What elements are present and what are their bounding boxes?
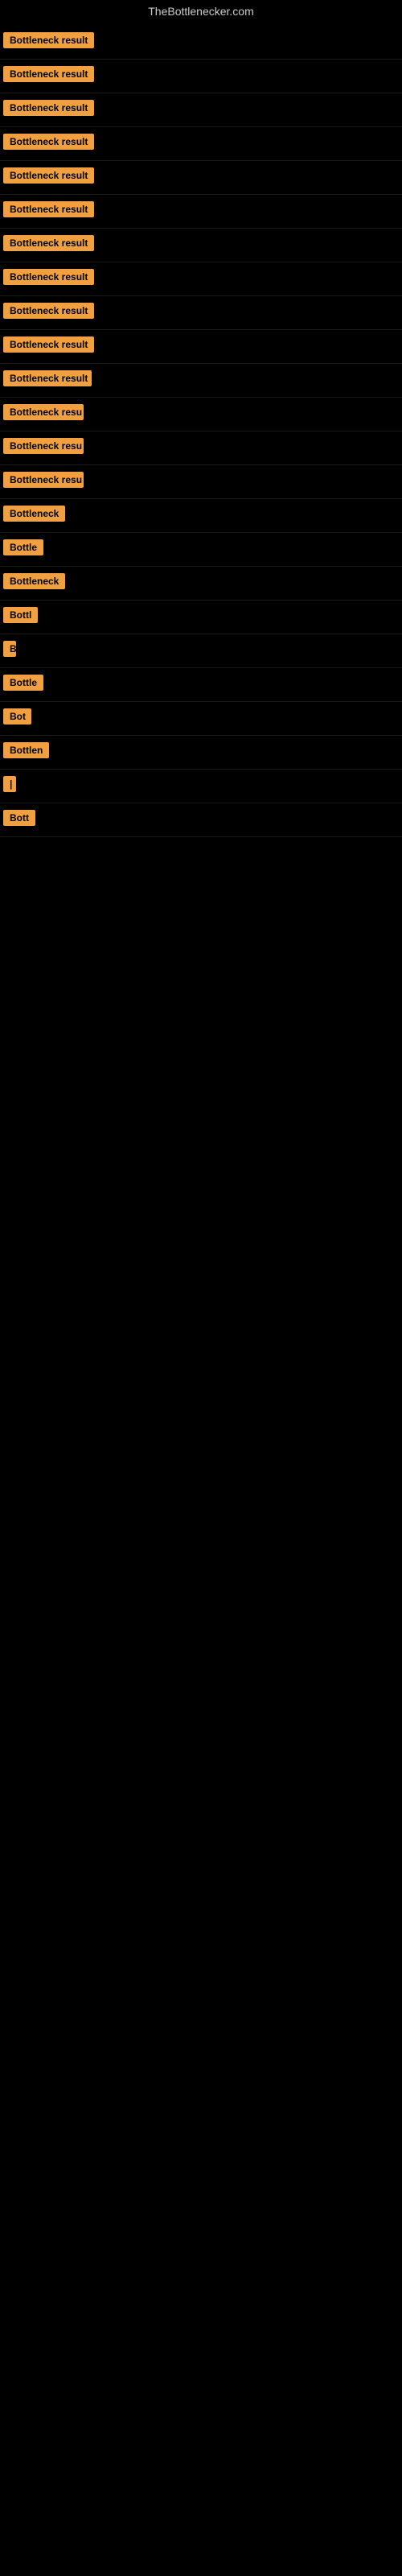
bottleneck-result-badge[interactable]: Bottleneck result [3,66,94,82]
list-item: Bottleneck result [0,364,402,398]
bottleneck-result-badge[interactable]: Bot [3,708,31,724]
bottleneck-result-badge[interactable]: | [3,776,16,792]
list-item: Bottleneck [0,567,402,601]
bottleneck-result-badge[interactable]: Bottleneck result [3,303,94,319]
list-item: Bott [0,803,402,837]
bottleneck-result-badge[interactable]: Bott [3,810,35,826]
bottleneck-result-badge[interactable]: Bottle [3,675,43,691]
list-item: Bottleneck resu [0,398,402,431]
list-item: | [0,770,402,803]
list-item: Bottleneck result [0,262,402,296]
list-item: Bottleneck result [0,26,402,60]
bottleneck-result-badge[interactable]: Bottleneck result [3,100,94,116]
list-item: Bottleneck result [0,60,402,93]
bottleneck-result-badge[interactable]: Bottleneck resu [3,404,84,420]
list-item: Bottl [0,601,402,634]
list-item: Bottleneck result [0,93,402,127]
list-item: Bottleneck result [0,330,402,364]
bottleneck-result-badge[interactable]: Bottleneck [3,506,65,522]
bottleneck-result-badge[interactable]: Bottleneck resu [3,472,84,488]
list-item: Bottlen [0,736,402,770]
bottleneck-result-badge[interactable]: Bottleneck result [3,201,94,217]
list-item: Bottle [0,533,402,567]
bottleneck-result-badge[interactable]: Bottleneck result [3,336,94,353]
list-item: Bottleneck result [0,195,402,229]
bottleneck-result-badge[interactable]: Bottleneck result [3,32,94,48]
list-item: Bottleneck result [0,161,402,195]
list-item: Bottleneck result [0,296,402,330]
bottleneck-result-badge[interactable]: Bottleneck result [3,235,94,251]
list-item: Bottleneck resu [0,431,402,465]
bottleneck-result-badge[interactable]: Bottle [3,539,43,555]
bottleneck-result-badge[interactable]: Bottleneck result [3,167,94,184]
list-item: B [0,634,402,668]
list-item: Bottleneck result [0,127,402,161]
bottleneck-result-badge[interactable]: Bottleneck resu [3,438,84,454]
bottleneck-result-badge[interactable]: Bottleneck [3,573,65,589]
list-item: Bottle [0,668,402,702]
list-item: Bot [0,702,402,736]
bottleneck-result-badge[interactable]: Bottl [3,607,38,623]
bottleneck-result-badge[interactable]: Bottleneck result [3,370,92,386]
list-item: Bottleneck [0,499,402,533]
bottleneck-result-badge[interactable]: B [3,641,16,657]
bottleneck-result-badge[interactable]: Bottlen [3,742,49,758]
list-item: Bottleneck resu [0,465,402,499]
list-item: Bottleneck result [0,229,402,262]
bottleneck-result-badge[interactable]: Bottleneck result [3,134,94,150]
site-title: TheBottlenecker.com [0,0,402,26]
bottleneck-result-badge[interactable]: Bottleneck result [3,269,94,285]
